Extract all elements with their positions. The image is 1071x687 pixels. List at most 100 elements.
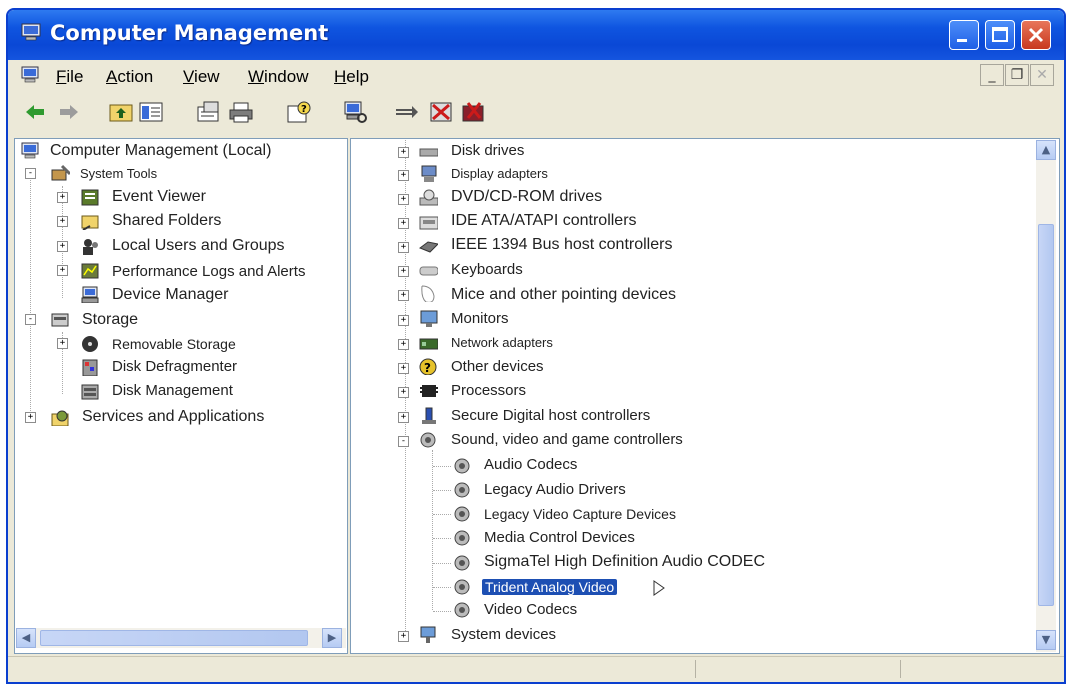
system-tools-icon: [51, 164, 70, 181]
device-category-disk-drives[interactable]: Disk drives: [451, 142, 524, 159]
expand-performance-logs[interactable]: +: [57, 265, 68, 276]
expand-event-viewer[interactable]: +: [57, 192, 68, 203]
scan-hardware-changes-button[interactable]: [342, 100, 368, 124]
computer-management-icon: [21, 23, 41, 41]
device-category-display-adapters[interactable]: Display adapters: [451, 166, 548, 181]
device-video-codecs[interactable]: Video Codecs: [484, 601, 577, 618]
uninstall-device-button[interactable]: [460, 100, 486, 124]
device-trident-analog-video-selected[interactable]: Trident Analog Video: [482, 579, 618, 595]
scroll-up-button[interactable]: ▲: [1036, 140, 1056, 160]
display-adapter-icon: [421, 165, 437, 182]
expand-ide-controllers[interactable]: +: [398, 218, 409, 229]
device-category-processors[interactable]: Processors: [451, 382, 526, 399]
device-category-mice-pointing-devices[interactable]: Mice and other pointing devices: [451, 286, 676, 304]
collapse-storage[interactable]: -: [25, 314, 36, 325]
mmc-document-icon[interactable]: [20, 66, 42, 86]
audio-device-icon: [454, 530, 470, 546]
expand-keyboards[interactable]: +: [398, 266, 409, 277]
device-category-other-devices[interactable]: Other devices: [451, 358, 544, 375]
tree-item-system-tools[interactable]: System Tools: [80, 166, 157, 181]
device-category-ieee1394-bus-host-controllers[interactable]: IEEE 1394 Bus host controllers: [451, 236, 672, 254]
tree-item-storage[interactable]: Storage: [82, 311, 138, 329]
collapse-sound-video-game[interactable]: -: [398, 436, 409, 447]
tree-item-event-viewer[interactable]: Event Viewer: [112, 188, 206, 206]
device-category-monitors[interactable]: Monitors: [451, 310, 509, 327]
device-sigmatel-hd-audio-codec[interactable]: SigmaTel High Definition Audio CODEC: [484, 553, 765, 571]
device-category-dvd-cdrom-drives[interactable]: DVD/CD-ROM drives: [451, 188, 602, 206]
close-button[interactable]: [1021, 20, 1051, 50]
tree-item-removable-storage[interactable]: Removable Storage: [112, 336, 236, 352]
uninstall-device-icon: [462, 102, 484, 122]
up-one-level-button[interactable]: [108, 100, 134, 124]
expand-system-devices[interactable]: +: [398, 631, 409, 642]
expand-mice[interactable]: +: [398, 290, 409, 301]
device-category-ide-ata-atapi-controllers[interactable]: IDE ATA/ATAPI controllers: [451, 212, 637, 230]
tree-item-local-users-groups[interactable]: Local Users and Groups: [112, 237, 285, 255]
maximize-button[interactable]: [985, 20, 1015, 50]
menu-window[interactable]: Window: [248, 67, 308, 87]
audio-device-icon: [454, 602, 470, 618]
show-hide-console-tree-button[interactable]: [138, 100, 164, 124]
expand-local-users-groups[interactable]: +: [57, 241, 68, 252]
horizontal-scroll-thumb[interactable]: [40, 630, 308, 646]
menu-action[interactable]: Action: [106, 67, 153, 87]
device-audio-codecs[interactable]: Audio Codecs: [484, 456, 577, 473]
device-category-keyboards[interactable]: Keyboards: [451, 261, 523, 278]
services-applications-icon: [51, 410, 69, 426]
back-button[interactable]: [22, 100, 48, 124]
menu-help[interactable]: Help: [334, 67, 369, 87]
expand-disk-drives[interactable]: +: [398, 147, 409, 158]
tree-item-shared-folders[interactable]: Shared Folders: [112, 212, 221, 230]
up-folder-icon: [109, 104, 133, 122]
expand-processors[interactable]: +: [398, 387, 409, 398]
tree-item-disk-defragmenter[interactable]: Disk Defragmenter: [112, 358, 237, 375]
vertical-scroll-thumb[interactable]: [1038, 224, 1054, 606]
mdi-minimize-button[interactable]: _: [980, 64, 1004, 86]
scroll-down-button[interactable]: ▼: [1036, 630, 1056, 650]
device-legacy-video-capture-devices[interactable]: Legacy Video Capture Devices: [484, 506, 676, 522]
update-driver-button[interactable]: [394, 100, 420, 124]
expand-removable-storage[interactable]: +: [57, 338, 68, 349]
expand-dvd-cdrom-drives[interactable]: +: [398, 194, 409, 205]
close-icon: [1028, 27, 1044, 43]
device-category-secure-digital-host-controllers[interactable]: Secure Digital host controllers: [451, 407, 650, 424]
device-legacy-audio-drivers[interactable]: Legacy Audio Drivers: [484, 481, 626, 498]
expand-ieee1394-controllers[interactable]: +: [398, 242, 409, 253]
tree-item-disk-management[interactable]: Disk Management: [112, 382, 233, 399]
expand-other-devices[interactable]: +: [398, 363, 409, 374]
performance-logs-icon: [81, 263, 99, 279]
svg-text:?: ?: [301, 104, 307, 115]
expand-monitors[interactable]: +: [398, 315, 409, 326]
device-media-control-devices[interactable]: Media Control Devices: [484, 529, 635, 546]
properties-button[interactable]: [196, 100, 222, 124]
ide-controller-icon: [419, 216, 438, 230]
print-button[interactable]: [228, 100, 254, 124]
expand-network-adapters[interactable]: +: [398, 339, 409, 350]
device-category-network-adapters[interactable]: Network adapters: [451, 335, 553, 350]
help-button[interactable]: ?: [286, 100, 312, 124]
device-category-sound-video-game-controllers[interactable]: Sound, video and game controllers: [451, 431, 683, 448]
mdi-restore-button[interactable]: ❐: [1005, 64, 1029, 86]
scroll-left-button[interactable]: ◀: [16, 628, 36, 648]
tree-item-services-applications[interactable]: Services and Applications: [82, 408, 264, 426]
audio-device-icon: [454, 579, 470, 595]
forward-button[interactable]: [56, 100, 82, 124]
menu-file[interactable]: File: [56, 67, 83, 87]
tree-item-device-manager[interactable]: Device Manager: [112, 286, 229, 304]
expand-display-adapters[interactable]: +: [398, 170, 409, 181]
collapse-system-tools[interactable]: -: [25, 168, 36, 179]
tree-item-computer-management-local[interactable]: Computer Management (Local): [50, 142, 271, 160]
expand-secure-digital[interactable]: +: [398, 412, 409, 423]
tree-item-performance-logs-alerts[interactable]: Performance Logs and Alerts: [112, 263, 305, 280]
audio-device-icon: [454, 555, 470, 571]
expand-shared-folders[interactable]: +: [57, 216, 68, 227]
scroll-right-button[interactable]: ▶: [322, 628, 342, 648]
minimize-button[interactable]: [949, 20, 979, 50]
system-devices-icon: [420, 626, 436, 643]
device-category-system-devices[interactable]: System devices: [451, 626, 556, 643]
expand-services-applications[interactable]: +: [25, 412, 36, 423]
menu-view[interactable]: View: [183, 67, 220, 87]
audio-device-icon: [454, 482, 470, 498]
mdi-close-button[interactable]: ✕: [1030, 64, 1054, 86]
disable-device-button[interactable]: [428, 100, 454, 124]
